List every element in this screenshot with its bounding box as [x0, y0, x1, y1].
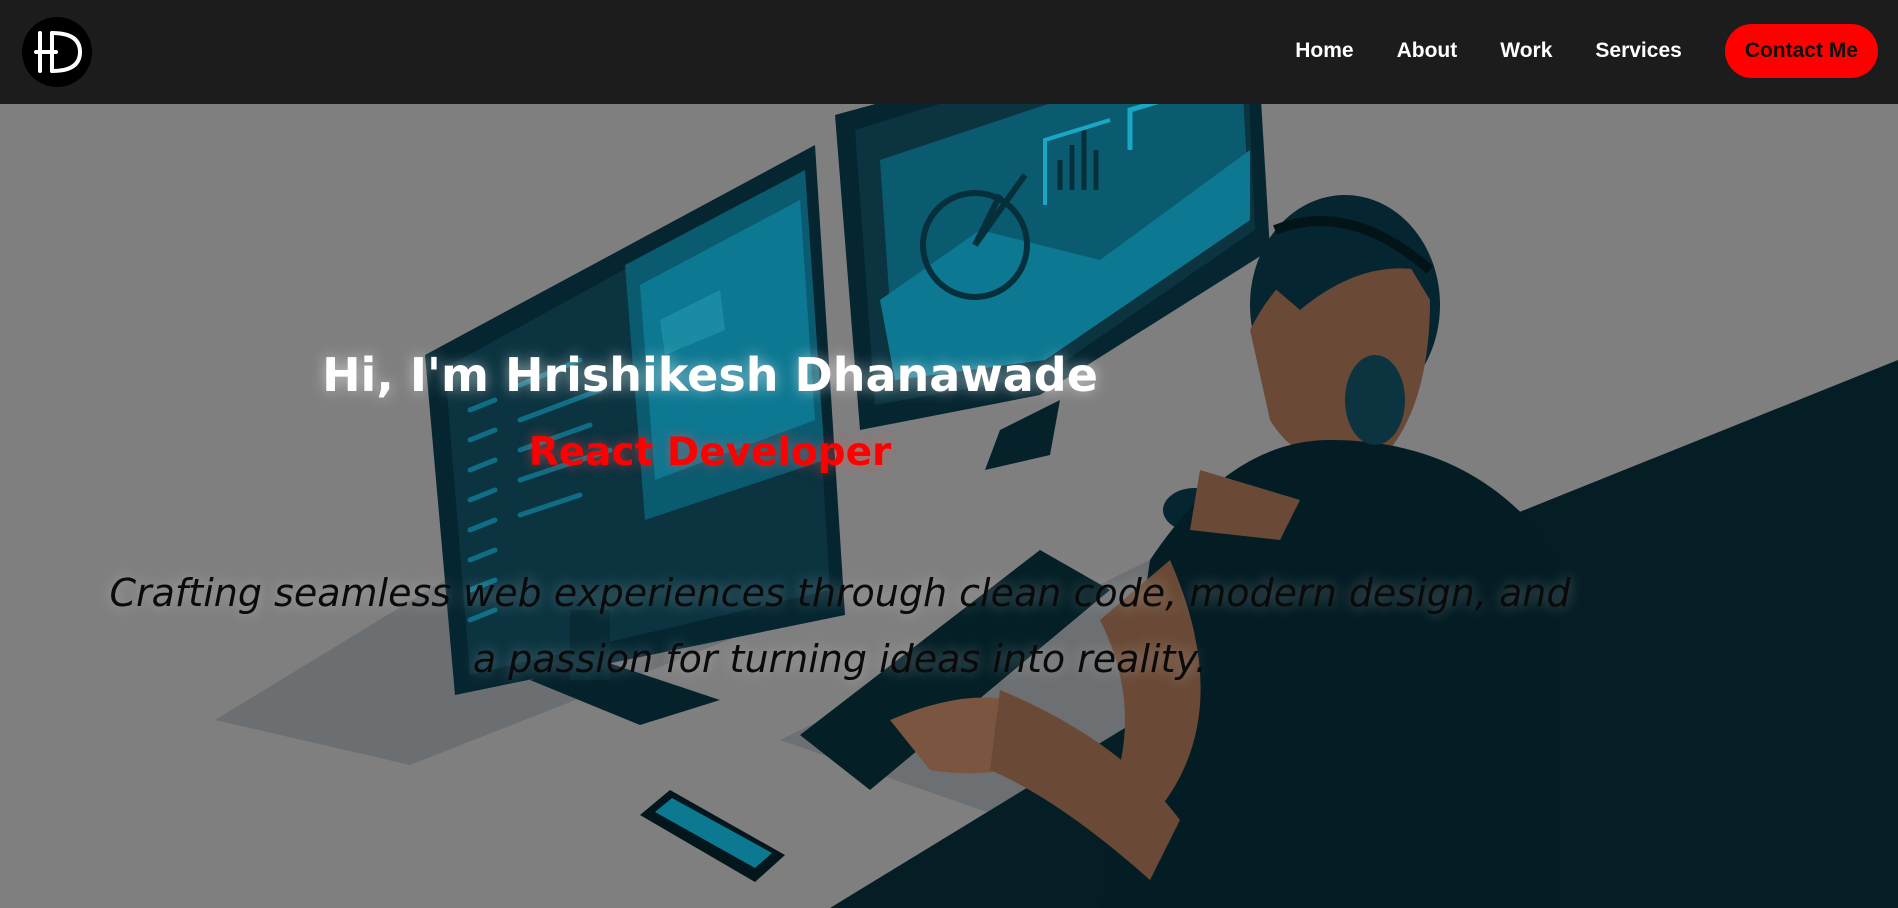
hd-monogram-logo-icon	[34, 31, 83, 73]
logo[interactable]	[22, 17, 92, 87]
nav-link-about[interactable]: About	[1397, 39, 1458, 63]
hero-tagline: Crafting seamless web experiences throug…	[109, 571, 1571, 681]
nav-links: Home About Work Services Contact Me	[1295, 24, 1878, 78]
navbar: Home About Work Services Contact Me	[0, 0, 1898, 104]
nav-link-services[interactable]: Services	[1595, 39, 1681, 63]
hero-headline: Hi, I'm Hrishikesh Dhanawade	[322, 348, 1098, 402]
contact-me-button[interactable]: Contact Me	[1724, 24, 1878, 78]
hero-role: React Developer	[528, 430, 892, 475]
nav-link-work[interactable]: Work	[1500, 39, 1552, 63]
nav-link-home[interactable]: Home	[1295, 39, 1353, 63]
hero-text: Hi, I'm Hrishikesh Dhanawade React Devel…	[0, 0, 1898, 908]
